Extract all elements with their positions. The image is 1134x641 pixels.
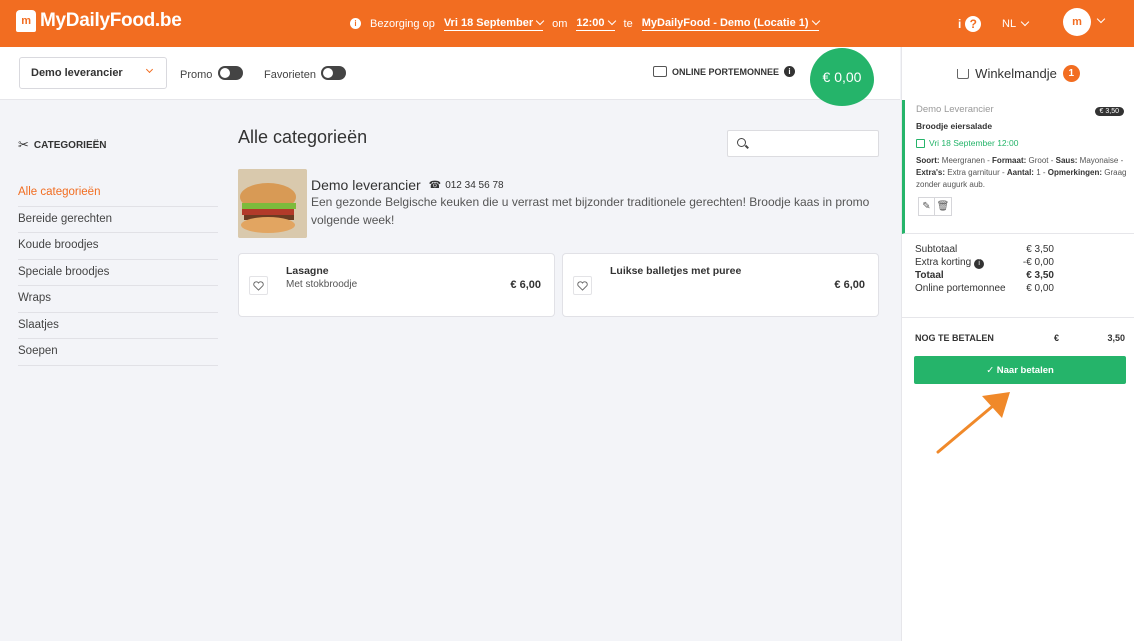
category-item-wraps[interactable]: Wraps — [18, 286, 218, 313]
annotation-arrow — [936, 392, 1010, 454]
wallet-balance[interactable]: € 0,00 — [810, 48, 874, 106]
cart-totals: Subtotaal € 3,50 Extra korting i -€ 0,00 To… — [915, 244, 1054, 294]
favorites-label: Favorieten — [264, 69, 316, 81]
cart-item-actions: ✎ 🗑 — [918, 197, 952, 216]
supplier-phone[interactable]: ☎ 012 34 56 78 — [429, 180, 504, 191]
delivery-location-select[interactable]: MyDailyFood - Demo (Locatie 1) — [641, 16, 820, 31]
cart-item: Demo Leverancier € 3,50 Broodje eiersala… — [902, 100, 1134, 234]
promo-toggle[interactable] — [218, 66, 243, 80]
top-right-icons: i ? — [958, 0, 982, 47]
product-price: € 6,00 — [510, 279, 541, 291]
delivery-time-select[interactable]: 12:00 — [576, 16, 616, 31]
supplier-image — [238, 169, 307, 238]
filter-bar: Demo leverancier Promo Favorieten ONLINE… — [0, 47, 900, 100]
pencil-icon: ✎ — [922, 201, 931, 212]
heart-icon — [577, 280, 588, 291]
supplier-select[interactable]: Demo leverancier — [19, 57, 167, 89]
brand-name: MyDailyFood.be — [40, 10, 182, 31]
cart-header: Winkelmandje 1 — [902, 47, 1134, 100]
amount-due: NOG TE BETALEN € 3,50 — [915, 333, 1125, 343]
wallet-icon — [653, 66, 667, 77]
logo-icon: m — [16, 10, 36, 32]
chevron-down-icon — [145, 65, 154, 74]
favorite-button[interactable] — [249, 276, 268, 295]
supplier-name: Demo leverancier ☎ 012 34 56 78 — [311, 177, 504, 193]
cart-count-badge: 1 — [1062, 65, 1080, 82]
info-icon: i — [350, 18, 361, 29]
search-icon — [737, 138, 746, 147]
help-icon[interactable]: ? — [965, 15, 982, 32]
language-select[interactable]: NL — [1002, 0, 1030, 47]
category-item-cold-sandwiches[interactable]: Koude broodjes — [18, 233, 218, 260]
cart-item-name: Broodje eiersalade — [916, 121, 993, 131]
delivery-te: te — [623, 17, 633, 30]
product-description: Met stokbroodje — [286, 279, 358, 290]
delivery-date-select[interactable]: Vri 18 September — [443, 16, 545, 31]
supplier-description: Een gezonde Belgische keuken die u verra… — [311, 195, 870, 227]
page-title: Alle categorieën — [238, 127, 368, 147]
trash-icon: 🗑 — [936, 201, 950, 212]
basket-icon — [957, 68, 970, 79]
category-item-soups[interactable]: Soepen — [18, 339, 218, 366]
avatar[interactable]: m — [1063, 8, 1091, 36]
cart-panel: Winkelmandje 1 Demo Leverancier € 3,50 B… — [901, 47, 1134, 641]
category-item-salads[interactable]: Slaatjes — [18, 313, 218, 339]
heart-icon — [253, 280, 264, 291]
promo-label: Promo — [180, 69, 213, 81]
delivery-om: om — [552, 17, 568, 30]
category-sidebar: ✂ CATEGORIEËN Alle categorieën Bereide g… — [18, 134, 218, 366]
delivery-bar: i Bezorging op Vri 18 September om 12:00… — [350, 0, 820, 47]
divider — [902, 317, 1134, 318]
chevron-down-icon[interactable] — [1096, 14, 1106, 24]
brand-logo[interactable]: m MyDailyFood.be — [16, 10, 182, 32]
top-bar: m MyDailyFood.be i Bezorging op Vri 18 S… — [0, 0, 1134, 47]
delete-button[interactable]: 🗑 — [935, 197, 952, 216]
product-price: € 6,00 — [834, 279, 865, 291]
categories-heading: ✂ CATEGORIEËN — [18, 137, 107, 152]
online-wallet[interactable]: ONLINE PORTEMONNEE i — [653, 66, 796, 77]
calendar-icon — [916, 138, 925, 148]
product-name: Lasagne — [286, 265, 329, 277]
category-item-prepared[interactable]: Bereide gerechten — [18, 207, 218, 233]
chevron-down-icon — [1020, 17, 1030, 27]
info-icon: i — [784, 66, 796, 77]
cart-item-price: € 3,50 — [1094, 107, 1124, 116]
product-card[interactable]: Lasagne Met stokbroodje € 6,00 — [238, 253, 555, 317]
category-item-special-sandwiches[interactable]: Speciale broodjes — [18, 260, 218, 286]
product-name: Luikse balletjes met puree — [610, 265, 742, 277]
delivery-label: Bezorging op — [370, 17, 435, 30]
checkout-button[interactable]: ✓ Naar betalen — [914, 356, 1126, 384]
cutlery-icon: ✂ — [18, 137, 29, 152]
edit-button[interactable]: ✎ — [918, 197, 935, 216]
info-icon[interactable]: i — [958, 17, 961, 31]
info-icon[interactable]: i — [974, 258, 985, 269]
chevron-down-icon — [535, 16, 545, 26]
category-item-all[interactable]: Alle categorieën — [18, 180, 218, 207]
chevron-down-icon — [811, 16, 820, 26]
favorite-button[interactable] — [573, 276, 592, 295]
cart-item-options: Soort: Meergranen - Formaat: Groot - Sau… — [916, 156, 1127, 189]
cart-item-date: Vri 18 September 12:00 — [916, 138, 1127, 148]
phone-icon: ☎ — [428, 179, 442, 191]
product-card[interactable]: Luikse balletjes met puree € 6,00 — [562, 253, 879, 317]
favorites-toggle[interactable] — [321, 66, 346, 80]
search-input[interactable] — [727, 130, 879, 157]
chevron-down-icon — [607, 16, 616, 26]
